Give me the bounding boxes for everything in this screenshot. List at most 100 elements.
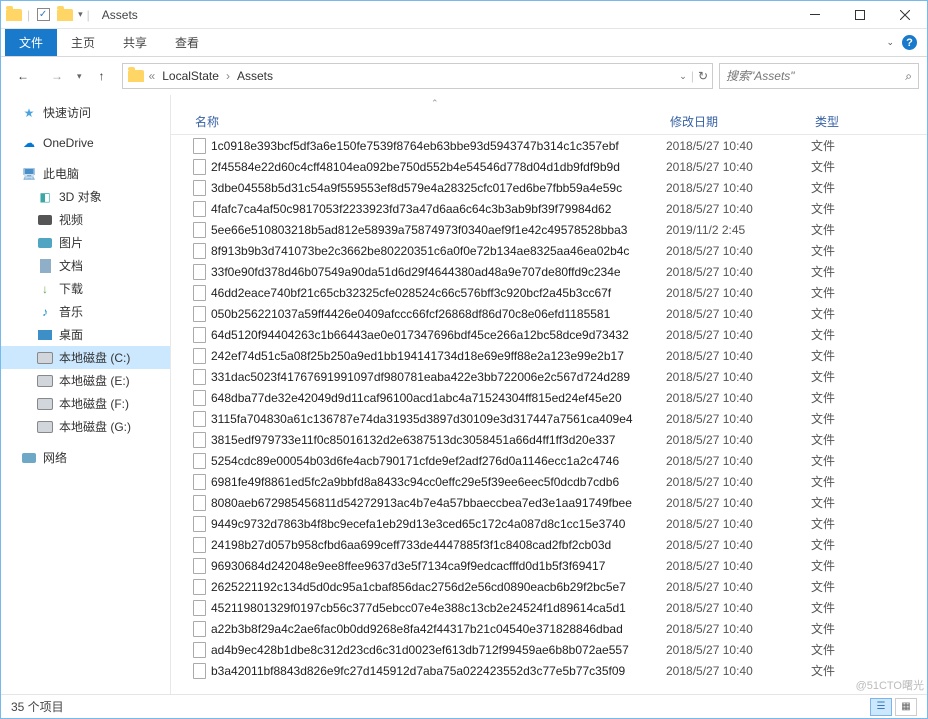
nav-network[interactable]: 网络	[1, 446, 170, 469]
column-type[interactable]: 类型	[815, 113, 875, 130]
tab-share[interactable]: 共享	[109, 29, 161, 56]
file-type: 文件	[811, 221, 871, 238]
breadcrumb-assets[interactable]: Assets	[234, 69, 276, 83]
file-icon	[191, 474, 207, 490]
file-type: 文件	[811, 452, 871, 469]
file-list[interactable]: 1c0918e393bcf5df3a6e150fe7539f8764eb63bb…	[171, 135, 927, 694]
file-row[interactable]: 3115fa704830a61c136787e74da31935d3897d30…	[191, 408, 927, 429]
file-type: 文件	[811, 515, 871, 532]
column-date[interactable]: 修改日期	[670, 113, 815, 130]
file-row[interactable]: ad4b9ec428b1dbe8c312d23cd6c31d0023ef613d…	[191, 639, 927, 660]
star-icon: ★	[21, 105, 37, 121]
back-button[interactable]: ←	[9, 62, 37, 90]
tab-home[interactable]: 主页	[57, 29, 109, 56]
nav-drive-e[interactable]: 本地磁盘 (E:)	[1, 369, 170, 392]
file-name: 4fafc7ca4af50c9817053f2233923fd73a47d6aa…	[211, 202, 666, 216]
file-row[interactable]: 452119801329f0197cb56c377d5ebcc07e4e388c…	[191, 597, 927, 618]
file-row[interactable]: 2f45584e22d60c4cff48104ea092be750d552b4e…	[191, 156, 927, 177]
tab-view[interactable]: 查看	[161, 29, 213, 56]
file-row[interactable]: b3a42011bf8843d826e9fc27d145912d7aba75a0…	[191, 660, 927, 681]
column-headers: 名称 修改日期 类型	[171, 109, 927, 135]
column-name[interactable]: 名称	[195, 113, 670, 130]
chevron-right-icon[interactable]: ›	[226, 69, 230, 83]
file-type: 文件	[811, 263, 871, 280]
file-date: 2018/5/27 10:40	[666, 307, 811, 321]
qat-dropdown-icon[interactable]: ▾	[78, 9, 83, 20]
file-row[interactable]: 3dbe04558b5d31c54a9f559553ef8d579e4a2832…	[191, 177, 927, 198]
file-date: 2018/5/27 10:40	[666, 601, 811, 615]
tab-file[interactable]: 文件	[5, 29, 57, 56]
refresh-icon[interactable]: ↻	[698, 69, 708, 83]
file-row[interactable]: 8f913b9b3d741073be2c3662be80220351c6a0f0…	[191, 240, 927, 261]
properties-checkbox[interactable]: ✓	[34, 6, 52, 24]
file-name: 050b256221037a59ff4426e0409afccc66fcf268…	[211, 307, 666, 321]
file-row[interactable]: 6981fe49f8861ed5fc2a9bbfd8a8433c94cc0eff…	[191, 471, 927, 492]
file-row[interactable]: 4fafc7ca4af50c9817053f2233923fd73a47d6aa…	[191, 198, 927, 219]
file-icon	[191, 390, 207, 406]
file-row[interactable]: 648dba77de32e42049d9d11caf96100acd1abc4a…	[191, 387, 927, 408]
file-row[interactable]: 96930684d242048e9ee8ffee9637d3e5f7134ca9…	[191, 555, 927, 576]
nav-onedrive[interactable]: ☁OneDrive	[1, 132, 170, 154]
nav-pictures[interactable]: 图片	[1, 231, 170, 254]
file-name: 5ee66e510803218b5ad812e58939a75874973f03…	[211, 223, 666, 237]
search-input[interactable]	[726, 69, 905, 83]
breadcrumb-localstate[interactable]: LocalState	[159, 69, 222, 83]
help-icon[interactable]: ?	[902, 35, 917, 50]
file-row[interactable]: 64d5120f94404263c1b66443ae0e017347696bdf…	[191, 324, 927, 345]
nav-documents[interactable]: 文档	[1, 254, 170, 277]
file-row[interactable]: 050b256221037a59ff4426e0409afccc66fcf268…	[191, 303, 927, 324]
file-icon	[191, 306, 207, 322]
address-dropdown-icon[interactable]: ⌄	[679, 71, 687, 82]
search-icon[interactable]: ⌕	[905, 69, 912, 84]
title-bar: | ✓ ▾ | Assets	[1, 1, 927, 29]
file-type: 文件	[811, 641, 871, 658]
qat-separator: |	[27, 8, 30, 22]
up-button[interactable]: ↑	[88, 62, 116, 90]
details-view-button[interactable]: ☰	[870, 698, 892, 716]
file-row[interactable]: 5ee66e510803218b5ad812e58939a75874973f03…	[191, 219, 927, 240]
file-row[interactable]: 3815edf979733e11f0c85016132d2e6387513dc3…	[191, 429, 927, 450]
file-row[interactable]: 331dac5023f41767691991097df980781eaba422…	[191, 366, 927, 387]
maximize-button[interactable]	[837, 1, 882, 29]
file-name: 331dac5023f41767691991097df980781eaba422…	[211, 370, 666, 384]
nav-desktop[interactable]: 桌面	[1, 323, 170, 346]
file-row[interactable]: 2625221192c134d5d0dc95a1cbaf856dac2756d2…	[191, 576, 927, 597]
icons-view-button[interactable]: ▦	[895, 698, 917, 716]
nav-drive-g[interactable]: 本地磁盘 (G:)	[1, 415, 170, 438]
nav-drive-c[interactable]: 本地磁盘 (C:)	[1, 346, 170, 369]
nav-quick-access[interactable]: ★快速访问	[1, 101, 170, 124]
close-button[interactable]	[882, 1, 927, 29]
file-row[interactable]: 33f0e90fd378d46b07549a90da51d6d29f464438…	[191, 261, 927, 282]
nav-downloads[interactable]: ↓下载	[1, 277, 170, 300]
minimize-button[interactable]	[792, 1, 837, 29]
address-bar[interactable]: « LocalState › Assets ⌄ | ↻	[122, 63, 713, 89]
nav-drive-f[interactable]: 本地磁盘 (F:)	[1, 392, 170, 415]
nav-3d-objects[interactable]: ◧3D 对象	[1, 185, 170, 208]
nav-videos[interactable]: 视频	[1, 208, 170, 231]
file-row[interactable]: 46dd2eace740bf21c65cb32325cfe028524c66c5…	[191, 282, 927, 303]
drive-icon	[37, 350, 53, 366]
file-name: 46dd2eace740bf21c65cb32325cfe028524c66c5…	[211, 286, 666, 300]
file-row[interactable]: 9449c9732d7863b4f8bc9ecefa1eb29d13e3ced6…	[191, 513, 927, 534]
file-icon	[191, 138, 207, 154]
file-row[interactable]: 24198b27d057b958cfbd6aa699ceff733de44478…	[191, 534, 927, 555]
file-row[interactable]: 5254cdc89e00054b03d6fe4acb790171cfde9ef2…	[191, 450, 927, 471]
file-row[interactable]: 1c0918e393bcf5df3a6e150fe7539f8764eb63bb…	[191, 135, 927, 156]
main-area: ★快速访问 ☁OneDrive 🖥此电脑 ◧3D 对象 视频 图片 文档 ↓下载…	[1, 95, 927, 694]
qat-folder-icon[interactable]	[56, 6, 74, 24]
file-icon	[191, 201, 207, 217]
file-type: 文件	[811, 158, 871, 175]
file-row[interactable]: 242ef74d51c5a08f25b250a9ed1bb194141734d1…	[191, 345, 927, 366]
file-name: ad4b9ec428b1dbe8c312d23cd6c31d0023ef613d…	[211, 643, 666, 657]
nav-this-pc[interactable]: 🖥此电脑	[1, 162, 170, 185]
search-box[interactable]: ⌕	[719, 63, 919, 89]
nav-music[interactable]: ♪音乐	[1, 300, 170, 323]
file-row[interactable]: 8080aeb672985456811d54272913ac4b7e4a57bb…	[191, 492, 927, 513]
file-date: 2018/5/27 10:40	[666, 664, 811, 678]
file-row[interactable]: a22b3b8f29a4c2ae6fac0b0dd9268e8fa42f4431…	[191, 618, 927, 639]
ribbon-expand-icon[interactable]: ⌄	[886, 37, 894, 48]
file-date: 2018/5/27 10:40	[666, 265, 811, 279]
file-name: 6981fe49f8861ed5fc2a9bbfd8a8433c94cc0eff…	[211, 475, 666, 489]
forward-button[interactable]: →	[43, 62, 71, 90]
history-dropdown-icon[interactable]: ▾	[77, 71, 82, 82]
